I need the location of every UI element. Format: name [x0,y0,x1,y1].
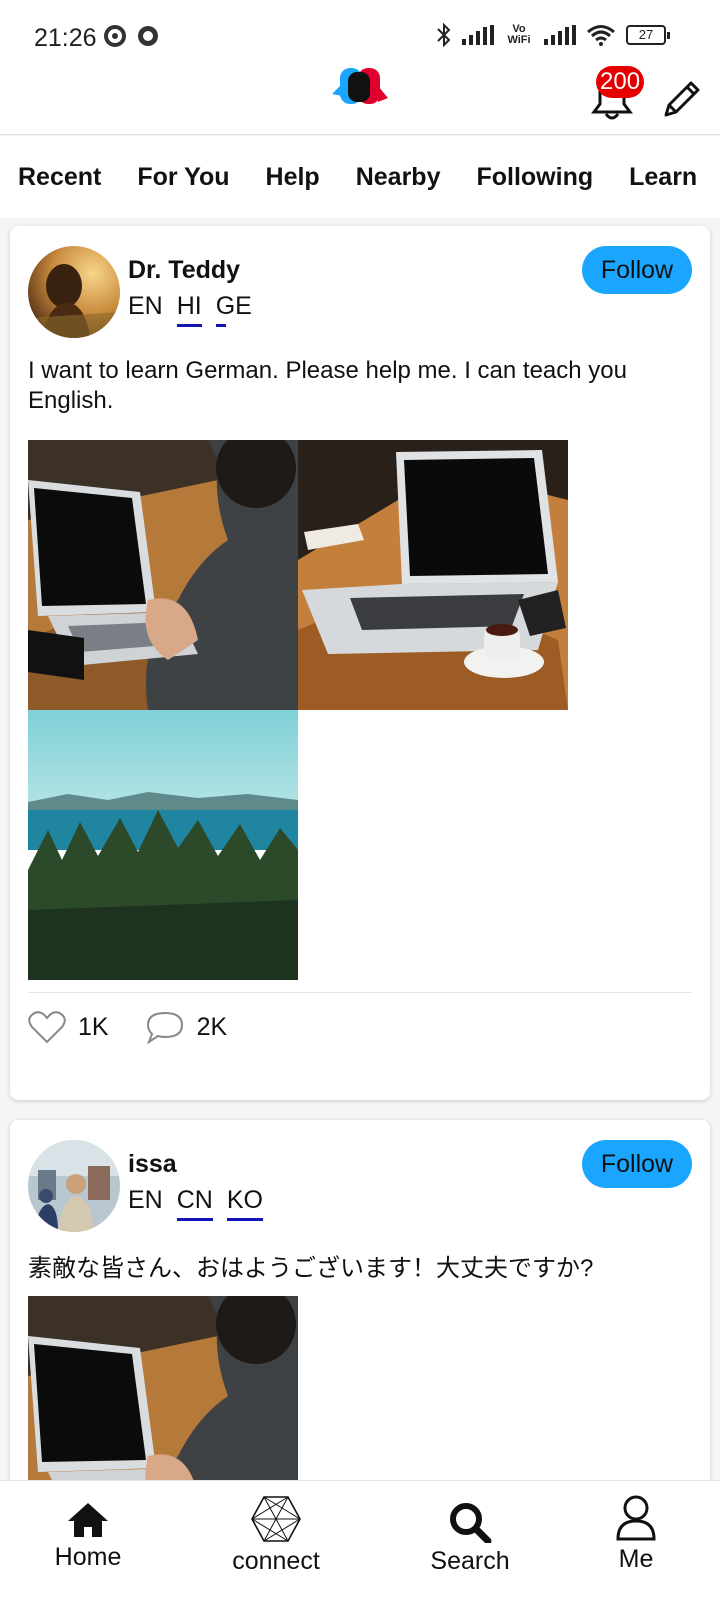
feed-tabs: Recent For You Help Nearby Following Lea… [0,136,720,218]
notifications-button[interactable]: 200 [584,66,645,122]
language-learning: HI [176,292,202,327]
language-learning: CN [176,1186,213,1221]
app-header: 200 [0,60,720,135]
sync-icon [104,25,126,47]
heart-icon [28,1011,66,1044]
home-icon [68,1503,108,1537]
tab-help[interactable]: Help [266,163,320,192]
signal-icon [462,25,494,45]
nav-connect-label: connect [232,1547,320,1575]
language-learning: KO [226,1186,264,1221]
bluetooth-icon [437,22,451,48]
battery-icon: 27 [626,25,670,45]
language-list: EN CN KO [128,1186,264,1221]
connect-icon [251,1496,301,1542]
post-text: 素敵な皆さん、おはようございます！大丈夫ですか? [28,1255,594,1282]
nav-search[interactable]: Search [422,1481,518,1600]
like-count: 1K [78,1012,109,1041]
nav-home-label: Home [54,1543,122,1571]
nav-connect[interactable]: connect [224,1481,328,1600]
post-text: I want to learn German. Please help me. … [28,357,627,414]
post-photo[interactable] [28,1296,298,1480]
post-photo[interactable] [298,440,568,710]
profile-icon [616,1495,656,1541]
author-name[interactable]: Dr. Teddy [128,256,240,285]
bottom-nav: Home connect Search Me [0,1480,720,1600]
comment-icon [146,1011,183,1044]
follow-button[interactable]: Follow [582,246,692,294]
tab-following[interactable]: Following [476,163,593,192]
follow-button[interactable]: Follow [582,1140,692,1188]
status-left-icons [104,24,160,48]
nav-me[interactable]: Me [604,1481,668,1600]
language-learning: GE [215,292,252,327]
divider [28,992,692,993]
language-list: EN HI GE [128,292,252,327]
feed[interactable]: Dr. Teddy EN HI GE Follow I want to lear… [0,218,720,1480]
avatar[interactable] [28,1140,120,1232]
tab-recent[interactable]: Recent [18,163,101,192]
wifi-icon [587,25,615,46]
post-stats: 1K 2K [28,1010,251,1044]
language-native: EN [128,1186,163,1214]
vowifi-label: Vo WiFi [507,23,531,46]
status-bar: 21:26 Vo WiFi 27 [0,0,720,60]
avatar[interactable] [28,246,120,338]
status-right-icons: Vo WiFi 27 [436,22,670,48]
comment-count: 2K [196,1012,228,1041]
tab-for-you[interactable]: For You [137,163,229,192]
nav-home[interactable]: Home [40,1481,136,1600]
author-name[interactable]: issa [128,1150,177,1179]
post-photo[interactable] [28,710,298,980]
record-icon [138,26,158,46]
nav-search-label: Search [430,1547,510,1575]
post-card[interactable]: issa EN CN KO Follow 素敵な皆さん、おはようございます！大丈… [10,1120,710,1480]
comment-stat[interactable]: 2K [145,1010,228,1044]
like-stat[interactable]: 1K [28,1010,109,1044]
edit-icon[interactable] [660,77,704,121]
tab-nearby[interactable]: Nearby [356,163,441,192]
language-native: EN [128,292,163,320]
post-photo[interactable] [28,440,298,710]
nav-me-label: Me [618,1545,654,1573]
status-time: 21:26 [34,24,97,52]
notification-badge: 200 [596,66,645,98]
post-card[interactable]: Dr. Teddy EN HI GE Follow I want to lear… [10,226,710,1100]
app-logo [332,68,388,104]
search-icon [450,1503,492,1543]
signal-icon-2 [544,25,576,45]
tab-learn[interactable]: Learn [629,163,697,192]
